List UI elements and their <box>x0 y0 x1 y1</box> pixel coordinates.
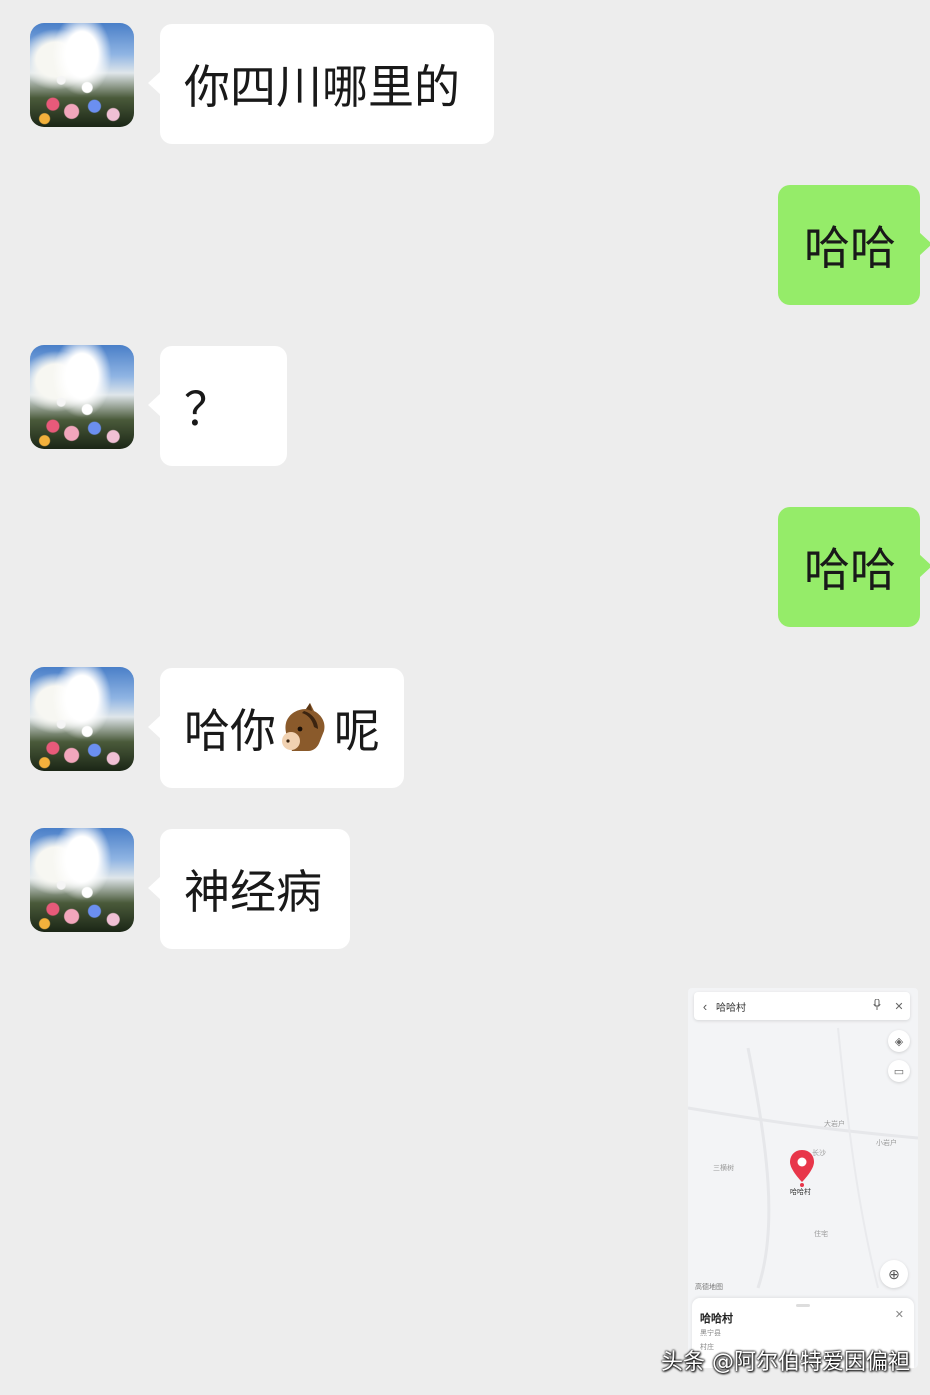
avatar[interactable] <box>30 345 134 449</box>
message-text: 神经病 <box>184 865 322 919</box>
message-text: 呢 <box>334 704 380 758</box>
map-place-label: 大岩户 <box>824 1121 845 1128</box>
avatar[interactable] <box>30 828 134 932</box>
watermark: 头条 @阿尔伯特爱因偏袒 <box>661 1350 910 1375</box>
locate-icon[interactable]: ⊕ <box>880 1260 908 1288</box>
map-place-label: 住宅 <box>814 1231 828 1238</box>
location-pin-icon <box>790 1150 814 1187</box>
message-text: 哈哈 <box>804 543 896 597</box>
place-card-region: 黑宁县 <box>700 1330 721 1337</box>
message-text: 哈哈 <box>804 221 896 275</box>
map-search-bar[interactable]: ‹ 哈哈村 ✕ <box>694 992 910 1020</box>
avatar[interactable] <box>30 667 134 771</box>
drag-handle[interactable] <box>796 1304 810 1307</box>
map-brand-logo: 高德地图 <box>695 1284 723 1291</box>
close-icon[interactable]: ✕ <box>895 1308 904 1321</box>
close-icon[interactable]: ✕ <box>888 1000 910 1013</box>
message-text: 哈你 <box>184 704 276 758</box>
map-place-label: 小岩户 <box>876 1140 897 1147</box>
message-text: 你四川哪里的 <box>184 60 460 114</box>
layers-icon[interactable]: ◈ <box>888 1030 910 1052</box>
message-bubble-received[interactable]: 哈你 呢 <box>148 668 404 788</box>
message-bubble-received[interactable]: ？ <box>148 346 287 466</box>
pin-label: 哈哈村 <box>790 1189 811 1196</box>
message-bubble-sent[interactable]: 哈哈 <box>778 507 930 627</box>
map-search-query[interactable]: 哈哈村 <box>716 999 866 1014</box>
microphone-icon[interactable] <box>866 998 888 1013</box>
horse-face-icon <box>282 703 325 751</box>
message-bubble-received[interactable]: 神经病 <box>148 829 350 949</box>
message-bubble-sent[interactable]: 哈哈 <box>778 185 930 305</box>
place-card-title: 哈哈村 <box>700 1313 733 1325</box>
message-bubble-received[interactable]: 你四川哪里的 <box>148 24 494 144</box>
map-screenshot[interactable]: ‹ 哈哈村 ✕ ◈ ▭ 大岩户 小岩户 三横树 长沙 住宅 哈哈村 高德地图 ⊕… <box>688 988 918 1368</box>
message-text: ？ <box>184 382 230 436</box>
traffic-icon[interactable]: ▭ <box>888 1060 910 1082</box>
avatar[interactable] <box>30 23 134 127</box>
back-icon[interactable]: ‹ <box>694 999 716 1014</box>
map-place-label: 三横树 <box>713 1165 734 1172</box>
